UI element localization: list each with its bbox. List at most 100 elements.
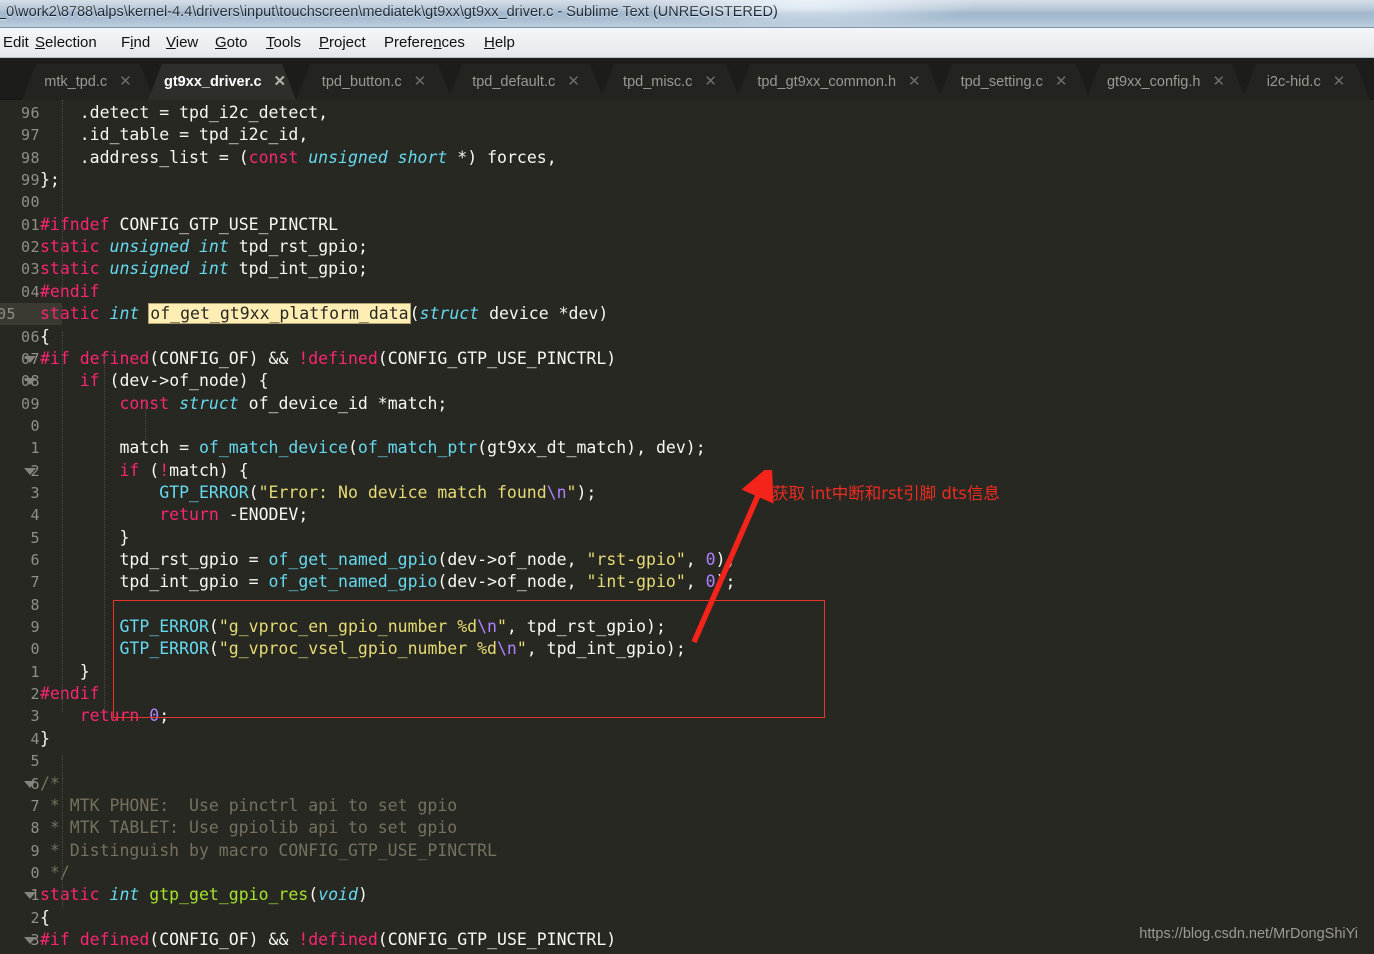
code-line[interactable]: #endif bbox=[40, 683, 100, 705]
tab-label: tpd_gt9xx_common.h bbox=[757, 74, 897, 90]
close-icon[interactable]: ✕ bbox=[1055, 64, 1068, 100]
fold-triangle-icon[interactable] bbox=[24, 892, 36, 900]
code-line[interactable]: .detect = tpd_i2c_detect, bbox=[40, 102, 328, 124]
menu-item-goto[interactable]: Goto bbox=[212, 33, 251, 52]
code-line[interactable]: GTP_ERROR("Error: No device match found\… bbox=[40, 482, 596, 504]
code-line[interactable]: /* bbox=[40, 773, 60, 795]
close-icon[interactable]: ✕ bbox=[1212, 64, 1225, 100]
close-icon[interactable]: ✕ bbox=[908, 64, 921, 100]
tab-label: tpd_default.c bbox=[472, 74, 556, 90]
indent-guide bbox=[62, 778, 63, 908]
code-line[interactable]: #endif bbox=[40, 281, 100, 303]
indent-guide bbox=[145, 400, 146, 440]
tab-tpd-default-c[interactable]: tpd_default.c ✕ bbox=[448, 64, 604, 100]
line-number: 02 bbox=[20, 238, 40, 257]
menu-item-edit[interactable]: Edit bbox=[0, 33, 32, 52]
close-icon[interactable]: ✕ bbox=[414, 64, 427, 100]
line-number: 3 bbox=[30, 707, 40, 726]
line-number: 01 bbox=[20, 215, 40, 234]
code-line[interactable]: * MTK PHONE: Use pinctrl api to set gpio bbox=[40, 795, 457, 817]
code-line[interactable]: #if defined(CONFIG_OF) && !defined(CONFI… bbox=[40, 348, 616, 370]
code-line[interactable]: return -ENODEV; bbox=[40, 504, 308, 526]
line-number: 7 bbox=[30, 573, 40, 592]
window-titlebar[interactable]: _0\work2\8788\alps\kernel-4.4\drivers\in… bbox=[0, 0, 1374, 28]
tab-tpd-setting-c[interactable]: tpd_setting.c ✕ bbox=[938, 64, 1090, 100]
code-line[interactable]: const struct of_device_id *match; bbox=[40, 393, 447, 415]
code-line[interactable]: } bbox=[40, 527, 129, 549]
code-line[interactable]: #if defined(CONFIG_OF) && !defined(CONFI… bbox=[40, 929, 616, 951]
code-line[interactable]: } bbox=[40, 661, 90, 683]
close-icon[interactable]: ✕ bbox=[274, 64, 287, 100]
close-icon[interactable]: ✕ bbox=[1333, 64, 1346, 100]
tab-label: mtk_tpd.c bbox=[44, 74, 108, 90]
menu-item-preferences[interactable]: Preferences bbox=[381, 33, 468, 52]
line-number: 99 bbox=[20, 171, 40, 190]
code-line[interactable]: { bbox=[40, 907, 50, 929]
close-icon[interactable]: ✕ bbox=[567, 64, 580, 100]
fold-triangle-icon[interactable] bbox=[24, 780, 36, 788]
code-line[interactable]: static unsigned int tpd_rst_gpio; bbox=[40, 236, 368, 258]
code-line[interactable]: static int of_get_gt9xx_platform_data(st… bbox=[40, 303, 608, 325]
line-number: 06 bbox=[20, 327, 40, 346]
code-line[interactable]: GTP_ERROR("g_vproc_vsel_gpio_number %d\n… bbox=[40, 638, 685, 660]
code-line[interactable]: * Distinguish by macro CONFIG_GTP_USE_PI… bbox=[40, 840, 497, 862]
line-number: 00 bbox=[20, 193, 40, 212]
menu-item-help[interactable]: Help bbox=[481, 33, 518, 52]
code-line[interactable]: if (!match) { bbox=[40, 460, 248, 482]
menu-item-view[interactable]: View bbox=[163, 33, 201, 52]
tab-i2c-hid-c[interactable]: i2c-hid.c ✕ bbox=[1242, 64, 1370, 100]
code-line[interactable]: } bbox=[40, 728, 50, 750]
code-content[interactable]: .detect = tpd_i2c_detect, .id_table = tp… bbox=[40, 100, 1374, 954]
line-number: 9 bbox=[30, 841, 40, 860]
tab-bar: mtk_tpd.c ✕ gt9xx_driver.c ✕ tpd_button.c ✕ tp… bbox=[0, 58, 1374, 100]
line-number: 03 bbox=[20, 260, 40, 279]
code-line[interactable]: .address_list = (const unsigned short *)… bbox=[40, 147, 557, 169]
tab-tpd-button-c[interactable]: tpd_button.c ✕ bbox=[296, 64, 452, 100]
code-line[interactable]: tpd_rst_gpio = of_get_named_gpio(dev->of… bbox=[40, 549, 735, 571]
tab-label: gt9xx_config.h bbox=[1106, 74, 1201, 90]
line-number: 5 bbox=[30, 528, 40, 547]
code-line[interactable]: #ifndef CONFIG_GTP_USE_PINCTRL bbox=[40, 214, 338, 236]
line-number: 96 bbox=[20, 104, 40, 122]
fold-triangle-icon[interactable] bbox=[24, 378, 36, 386]
line-number: 1 bbox=[30, 662, 40, 681]
indent-guide bbox=[62, 332, 63, 712]
tab-tpd-gt9xx-common-h[interactable]: tpd_gt9xx_common.h ✕ bbox=[736, 64, 942, 100]
fold-triangle-icon[interactable] bbox=[24, 467, 36, 475]
code-line[interactable]: static unsigned int tpd_int_gpio; bbox=[40, 258, 368, 280]
tab-gt9xx-driver-c[interactable]: gt9xx_driver.c ✕ bbox=[148, 64, 296, 100]
tab-label: tpd_button.c bbox=[321, 74, 402, 90]
line-number: 0 bbox=[30, 416, 40, 435]
close-icon[interactable]: ✕ bbox=[704, 64, 717, 100]
menu-item-tools[interactable]: Tools bbox=[263, 33, 304, 52]
close-icon[interactable]: ✕ bbox=[119, 64, 132, 100]
menu-item-selection[interactable]: Selection bbox=[32, 33, 100, 52]
line-number: 98 bbox=[20, 148, 40, 167]
line-number: 97 bbox=[20, 126, 40, 145]
code-editor[interactable]: 96 97 98 99 00 01 02 03 04 05 06 07 08 09 0 1 2 3 4 5 6 7 8 9 0 1… bbox=[0, 100, 1374, 954]
code-line[interactable]: { bbox=[40, 326, 50, 348]
menu-bar: Edit Selection Find View Goto Tools Project Pre… bbox=[0, 28, 1374, 58]
code-line[interactable]: match = of_match_device(of_match_ptr(gt9… bbox=[40, 437, 705, 459]
annotation-note: 获取 int中断和rst引脚 dts信息 bbox=[772, 484, 1000, 503]
tab-gt9xx-config-h[interactable]: gt9xx_config.h ✕ bbox=[1086, 64, 1246, 100]
tab-mtk-tpd-c[interactable]: mtk_tpd.c ✕ bbox=[22, 64, 154, 100]
code-line[interactable]: }; bbox=[40, 169, 60, 191]
fold-triangle-icon[interactable] bbox=[24, 355, 36, 363]
code-line[interactable]: static int gtp_get_gpio_res(void) bbox=[40, 884, 368, 906]
code-line[interactable]: tpd_int_gpio = of_get_named_gpio(dev->of… bbox=[40, 571, 735, 593]
line-number: 1 bbox=[30, 439, 40, 458]
line-number: 6 bbox=[30, 551, 40, 569]
code-line[interactable]: .id_table = tpd_i2c_id, bbox=[40, 124, 309, 146]
menu-item-project[interactable]: Project bbox=[316, 33, 369, 52]
code-line[interactable]: */ bbox=[40, 862, 70, 884]
code-line[interactable]: if (dev->of_node) { bbox=[40, 370, 269, 392]
code-line[interactable]: * MTK TABLET: Use gpiolib api to set gpi… bbox=[40, 817, 457, 839]
fold-triangle-icon[interactable] bbox=[24, 936, 36, 944]
tab-tpd-misc-c[interactable]: tpd_misc.c ✕ bbox=[600, 64, 740, 100]
line-number: 4 bbox=[30, 506, 40, 525]
menu-item-find[interactable]: Find bbox=[118, 33, 153, 52]
code-line[interactable]: GTP_ERROR("g_vproc_en_gpio_number %d\n",… bbox=[40, 616, 665, 638]
line-number: 5 bbox=[30, 752, 40, 771]
line-number: 09 bbox=[20, 394, 40, 413]
